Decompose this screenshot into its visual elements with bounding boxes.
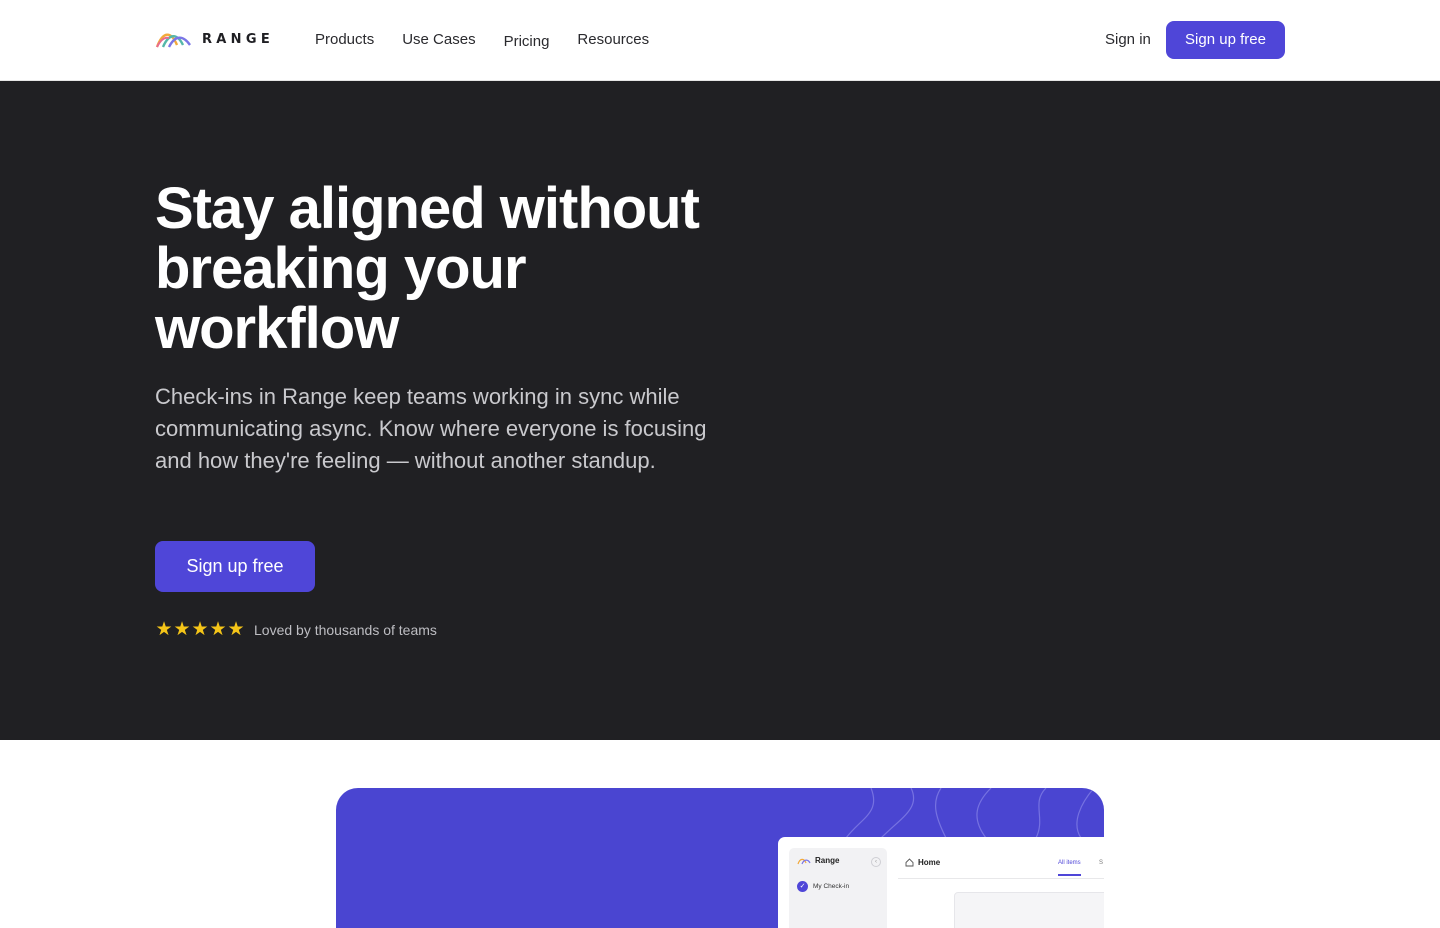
app-brand: Range <box>797 856 839 865</box>
hero-title: Stay aligned without breaking your workf… <box>155 176 700 361</box>
app-sidebar: Range ‹ ✓ My Check-in <box>789 848 887 928</box>
star-icon: ★ <box>209 619 227 640</box>
collapse-icon[interactable]: ‹ <box>871 857 881 867</box>
nav-links: Products Use Cases Pricing Resources <box>315 30 677 52</box>
sidebar-item-label: My Check-in <box>813 883 850 890</box>
nav-link-pricing[interactable]: Pricing <box>504 32 550 52</box>
range-logo[interactable]: RANGE <box>155 29 274 49</box>
top-navigation: RANGE Products Use Cases Pricing Resourc… <box>0 0 1440 81</box>
nav-signup-button[interactable]: Sign up free <box>1166 21 1285 59</box>
app-page-title: Home <box>905 858 940 867</box>
app-brand-name: Range <box>815 856 840 865</box>
check-icon: ✓ <box>797 881 808 892</box>
star-rating: ★ ★ ★ ★ ★ <box>155 620 245 639</box>
sign-in-link[interactable]: Sign in <box>1105 30 1151 50</box>
rating-text: Loved by thousands of teams <box>254 621 437 638</box>
nav-link-products[interactable]: Products <box>315 30 374 52</box>
star-icon: ★ <box>191 619 209 640</box>
tab-all-items[interactable]: All items <box>1058 860 1081 876</box>
sidebar-item-my-checkin[interactable]: ✓ My Check-in <box>797 881 849 892</box>
hero-subtitle: Check-ins in Range keep teams working in… <box>155 384 707 473</box>
star-icon: ★ <box>173 619 191 640</box>
divider <box>898 878 1104 879</box>
logo-wordmark: RANGE <box>202 31 275 47</box>
tab-next[interactable]: S <box>1099 860 1103 866</box>
range-logo-icon <box>797 858 811 864</box>
app-content-card <box>954 892 1104 928</box>
nav-link-resources[interactable]: Resources <box>577 30 649 52</box>
star-icon: ★ <box>155 619 173 640</box>
hero-section: Stay aligned without breaking your workf… <box>0 81 1440 740</box>
app-home-label: Home <box>918 858 941 867</box>
nav-link-use-cases[interactable]: Use Cases <box>402 30 475 52</box>
range-logo-icon <box>155 33 191 48</box>
home-icon <box>905 858 914 867</box>
hero-signup-button[interactable]: Sign up free <box>155 541 315 592</box>
product-showcase: Range ‹ ✓ My Check-in Home All items S <box>336 788 1104 928</box>
rating: ★ ★ ★ ★ ★ Loved by thousands of teams <box>155 620 437 639</box>
star-icon: ★ <box>227 619 245 640</box>
app-preview-window: Range ‹ ✓ My Check-in Home All items S <box>778 837 1104 928</box>
